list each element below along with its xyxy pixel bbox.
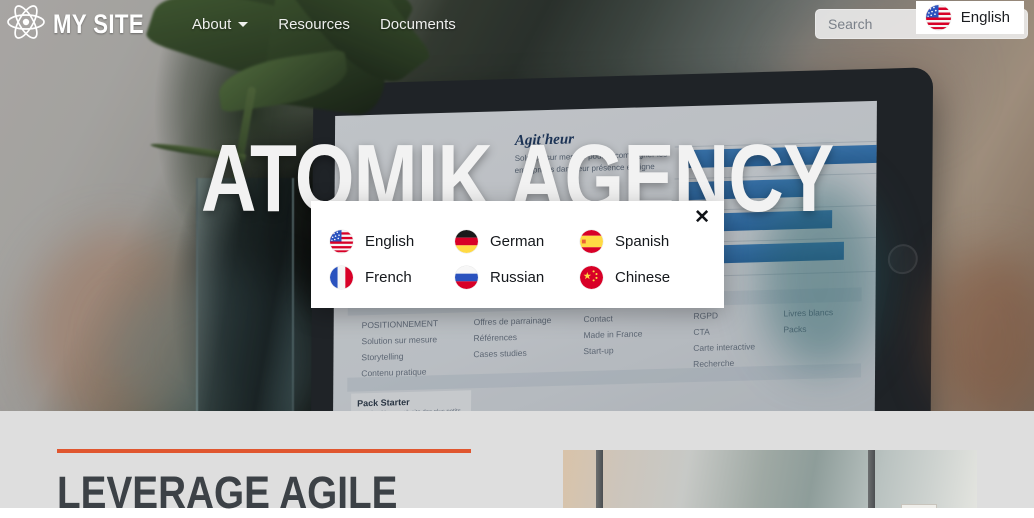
language-selection-modal: ✕ English German Spanish French Russian … — [311, 201, 724, 308]
nav-item-resources-label: Resources — [278, 15, 350, 33]
language-option-label: Chinese — [615, 268, 671, 286]
language-option-label: Russian — [490, 268, 545, 286]
brand-logo-link[interactable]: MY SITE — [0, 4, 164, 45]
nav-item-about[interactable]: About — [192, 15, 249, 33]
flag-fr-icon — [330, 265, 353, 289]
section-accent-rule — [57, 449, 471, 453]
nav-links: About Resources Documents — [192, 16, 456, 33]
flag-es-icon — [580, 229, 603, 253]
language-option-label: Spanish — [615, 232, 670, 250]
language-option-label: German — [490, 232, 545, 250]
nav-item-documents-label: Documents — [379, 15, 456, 33]
flag-cn-icon — [580, 265, 603, 289]
flag-us-icon — [925, 5, 951, 30]
brand-name: MY SITE — [53, 8, 145, 39]
navbar-right: English — [815, 1, 1028, 39]
photo-detail — [901, 504, 937, 508]
photo-detail — [868, 450, 875, 508]
language-option-chinese[interactable]: Chinese — [569, 265, 709, 289]
language-option-label: French — [365, 268, 412, 286]
language-option-label: English — [365, 232, 415, 250]
flag-us-icon — [330, 229, 353, 253]
atom-logo-icon — [6, 4, 46, 45]
language-switcher-button[interactable]: English — [915, 1, 1024, 34]
language-option-spanish[interactable]: Spanish — [569, 229, 709, 253]
section-title: LEVERAGE AGILE — [57, 467, 398, 518]
language-options-grid: English German Spanish French Russian Ch… — [319, 223, 716, 295]
nav-item-documents[interactable]: Documents — [380, 16, 456, 33]
language-option-english[interactable]: English — [319, 229, 444, 253]
language-option-german[interactable]: German — [444, 229, 569, 253]
flag-de-icon — [455, 229, 478, 253]
nav-item-resources[interactable]: Resources — [278, 16, 350, 33]
nav-item-about-label: About — [192, 15, 232, 33]
language-option-russian[interactable]: Russian — [444, 265, 569, 289]
chevron-down-icon — [238, 21, 249, 27]
language-switcher-label: English — [960, 9, 1010, 26]
language-option-french[interactable]: French — [319, 265, 444, 289]
flag-ru-icon — [455, 265, 478, 289]
section-photo — [563, 450, 977, 508]
photo-detail — [596, 450, 603, 508]
main-navbar: MY SITE About Resources Documents Search… — [0, 0, 1034, 48]
